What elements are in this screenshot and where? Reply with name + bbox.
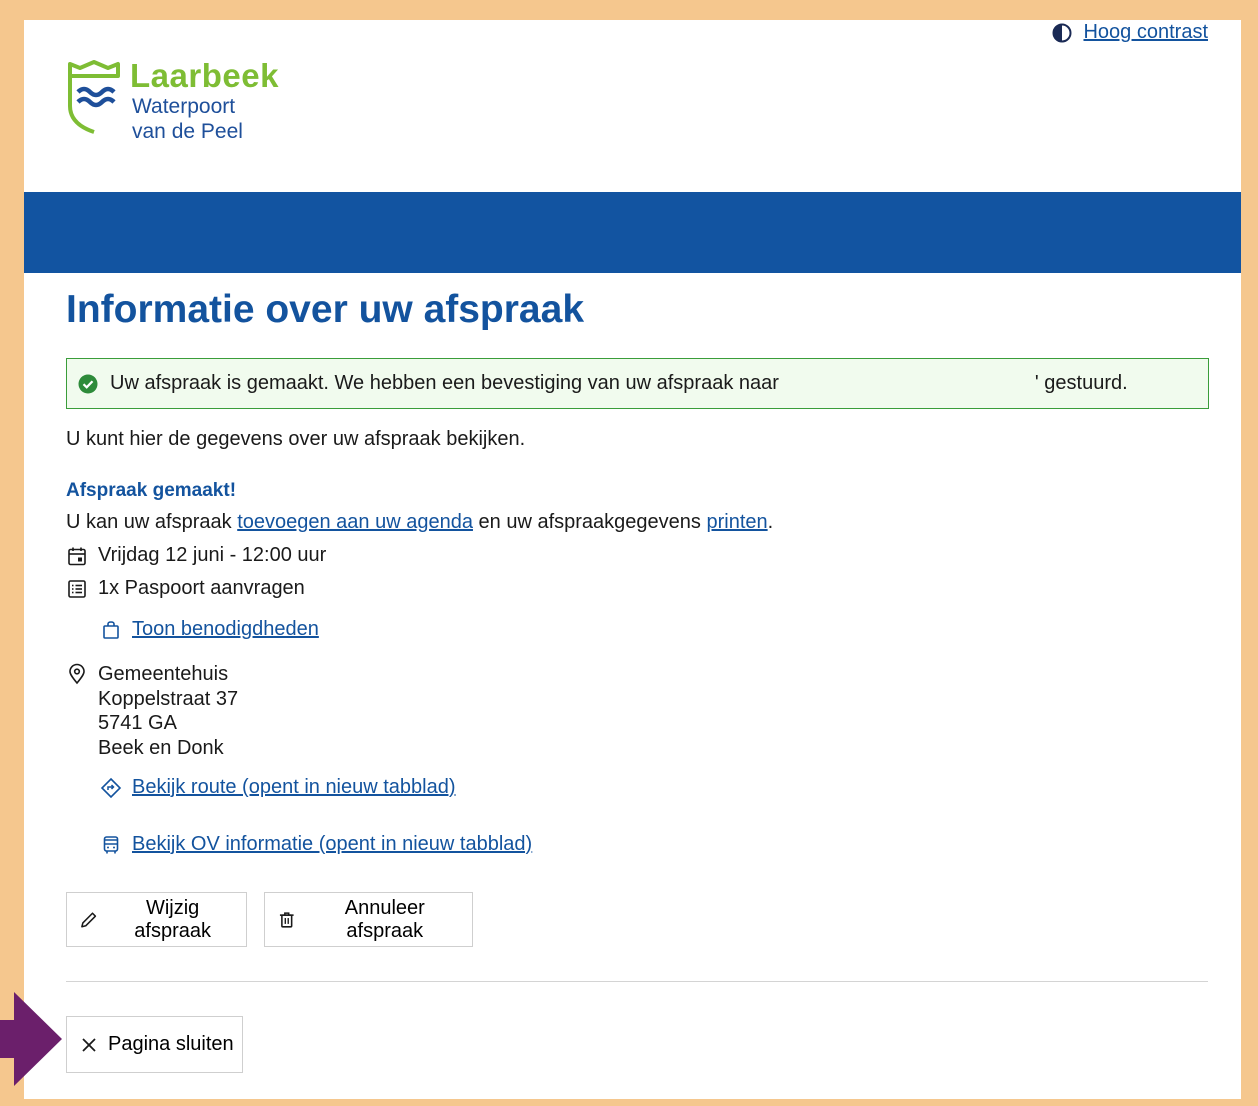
- location-street: Koppelstraat 37: [98, 687, 239, 710]
- divider: [66, 981, 1208, 982]
- agenda-prefix: U kan uw afspraak: [66, 511, 238, 533]
- check-circle-icon: [78, 374, 98, 393]
- municipality-emblem-icon: [68, 60, 120, 134]
- alert-text-end: ' gestuurd.: [1034, 372, 1128, 394]
- cancel-button-label: Annuleer afspraak: [344, 896, 425, 942]
- agenda-line: U kan uw afspraak toevoegen aan uw agend…: [66, 511, 773, 534]
- edit-appointment-button[interactable]: Wijzig afspraak: [66, 892, 247, 947]
- header-banner: [24, 192, 1241, 273]
- bus-icon: [103, 835, 119, 853]
- location-postcode: 5741 GA: [98, 712, 177, 734]
- logo-name: Laarbeek: [130, 57, 279, 94]
- close-button-label: Pagina sluiten: [108, 1033, 234, 1055]
- contrast-icon: [1052, 23, 1072, 42]
- location-name: Gemeentehuis: [98, 663, 229, 685]
- directions-icon: [100, 777, 122, 798]
- intro-text: U kunt hier de gegevens over uw afspraak…: [66, 428, 526, 450]
- print-link[interactable]: printen: [706, 511, 767, 533]
- high-contrast-toggle[interactable]: Hoog contrast: [1051, 21, 1208, 44]
- cancel-appointment-button[interactable]: Annuleer afspraak: [264, 892, 473, 947]
- datetime-text: Vrijdag 12 juni - 12:00 uur: [98, 544, 327, 566]
- ov-info-link[interactable]: Bekijk OV informatie (opent in nieuw tab…: [132, 833, 532, 856]
- agenda-middle: en uw afspraakgegevens: [472, 511, 707, 533]
- edit-button-label: Wijzig afspraak: [134, 896, 211, 942]
- appointment-subheading: Afspraak gemaakt!: [66, 480, 237, 501]
- show-requirements[interactable]: Toon benodigdheden: [100, 618, 319, 641]
- route-row[interactable]: Bekijk route (opent in nieuw tabblad): [100, 776, 456, 799]
- high-contrast-link[interactable]: Hoog contrast: [1083, 21, 1208, 44]
- page: Hoog contrast Laarbeek Waterpoort van de…: [24, 20, 1241, 1099]
- appointment-datetime: Vrijdag 12 juni - 12:00 uur: [66, 544, 326, 567]
- agenda-suffix: .: [767, 511, 774, 533]
- success-alert: Uw afspraak is gemaakt. We hebben een be…: [66, 358, 1209, 409]
- location-pin-row: [66, 663, 88, 685]
- product-text: 1x Paspoort aanvragen: [98, 577, 305, 599]
- logo-tagline-2: van de Peel: [132, 120, 243, 143]
- route-link[interactable]: Bekijk route (opent in nieuw tabblad): [132, 776, 456, 799]
- trash-icon: [279, 911, 294, 928]
- alert-text: Uw afspraak is gemaakt. We hebben een be…: [110, 372, 779, 394]
- show-requirements-link[interactable]: Toon benodigdheden: [132, 618, 319, 641]
- calendar-icon: [68, 547, 86, 565]
- shopping-bag-icon: [103, 620, 119, 639]
- close-page-button[interactable]: Pagina sluiten: [66, 1016, 243, 1073]
- pointer-arrow-icon: [0, 992, 62, 1086]
- laarbeek-logo[interactable]: Laarbeek Waterpoort van de Peel: [66, 58, 279, 144]
- logo-tagline-1: Waterpoort: [132, 95, 236, 118]
- location-pin-icon: [69, 663, 85, 685]
- ov-row[interactable]: Bekijk OV informatie (opent in nieuw tab…: [100, 833, 532, 856]
- location-city: Beek en Donk: [98, 736, 224, 759]
- appointment-product: 1x Paspoort aanvragen: [66, 577, 305, 600]
- page-title: Informatie over uw afspraak: [66, 288, 585, 331]
- add-to-calendar-link[interactable]: toevoegen aan uw agenda: [237, 511, 473, 533]
- pencil-icon: [81, 911, 97, 928]
- list-icon: [68, 579, 86, 598]
- location-address: Gemeentehuis Koppelstraat 37 5741 GA Bee…: [98, 662, 238, 760]
- close-icon: [82, 1037, 96, 1052]
